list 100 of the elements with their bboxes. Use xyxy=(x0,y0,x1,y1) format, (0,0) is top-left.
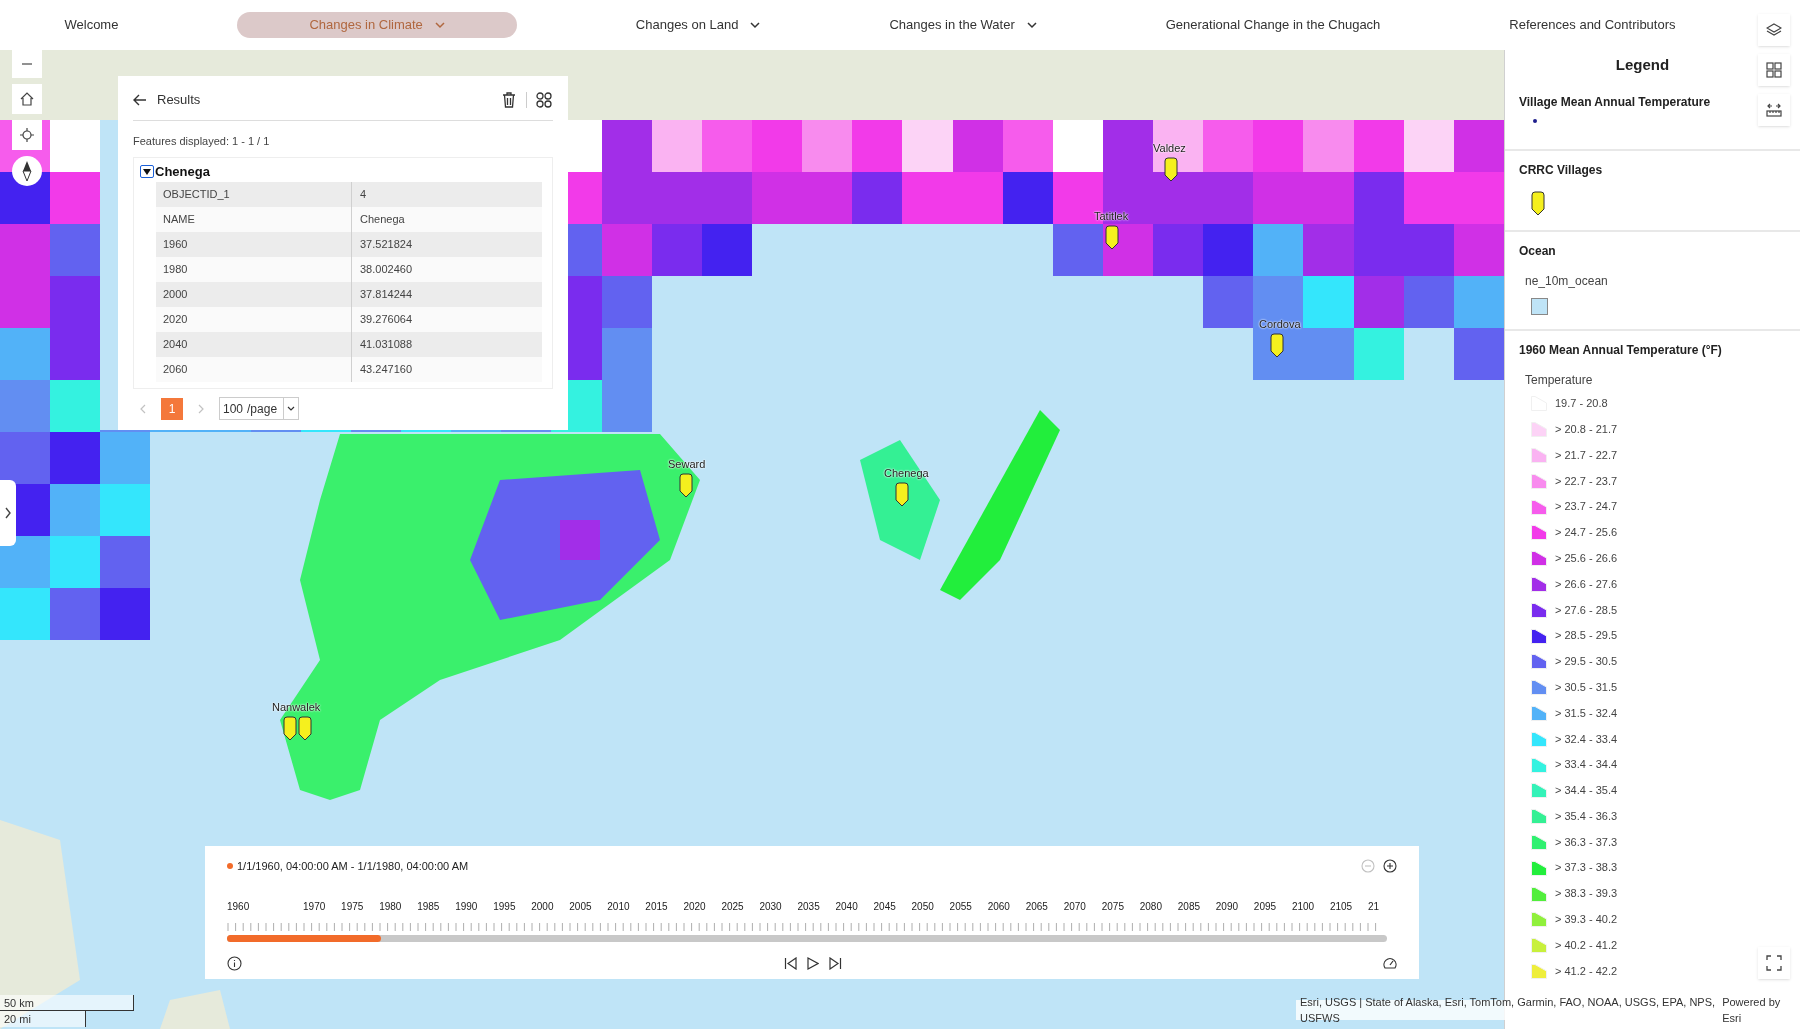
triangle-down-icon xyxy=(143,168,151,175)
gauge-icon xyxy=(1383,957,1397,969)
year-label: 1975 xyxy=(341,900,364,912)
fullscreen-icon xyxy=(1766,955,1782,971)
field-value-cell-text: 41.031088 xyxy=(359,336,412,352)
year-label: 2020 xyxy=(683,900,706,912)
year-label: 2030 xyxy=(759,900,782,912)
legend-item-label: > 27.6 - 28.5 xyxy=(1555,602,1618,618)
nav-tab[interactable]: References and Contributors xyxy=(1499,12,1686,38)
feature-title: Chenega xyxy=(155,163,210,181)
legend-item-label: > 35.4 - 36.3 xyxy=(1555,808,1618,824)
back-button[interactable]: Results xyxy=(133,90,201,110)
year-label: 1985 xyxy=(417,900,440,912)
legend-item-label: > 41.2 - 42.2 xyxy=(1555,963,1618,979)
legend-layer-title: Village Mean Annual Temperature xyxy=(1519,93,1711,111)
year-label: 2015 xyxy=(645,900,668,912)
field-value-cell-text: 37.521824 xyxy=(359,236,412,252)
nav-tab[interactable]: Changes in the Water xyxy=(879,12,1047,38)
year-label: 2010 xyxy=(607,900,630,912)
field-value-cell-text: 43.247160 xyxy=(359,361,412,377)
year-label: 2005 xyxy=(569,900,592,912)
legend-button[interactable] xyxy=(1758,54,1790,86)
legend-item-label: > 32.4 - 33.4 xyxy=(1555,731,1618,747)
legend-title: Legend xyxy=(1615,55,1670,75)
next-button[interactable] xyxy=(828,956,842,970)
plus-circle-icon xyxy=(1383,859,1397,874)
nav-tab[interactable]: Welcome xyxy=(54,12,129,38)
chevron-right-icon xyxy=(198,403,204,414)
year-label: 2000 xyxy=(531,900,554,912)
expand-panel-button[interactable] xyxy=(0,480,16,546)
field-name-cell: OBJECTID_1 xyxy=(156,181,352,207)
play-icon xyxy=(806,956,819,970)
legend-item-label: > 28.5 - 29.5 xyxy=(1555,628,1618,644)
layers-button[interactable] xyxy=(1758,14,1790,46)
speed-button[interactable] xyxy=(1383,957,1397,969)
year-label: 2045 xyxy=(873,900,896,912)
chevron-left-icon xyxy=(140,403,146,414)
fullscreen-button[interactable] xyxy=(1758,947,1790,979)
zoom-in-button[interactable] xyxy=(1383,859,1397,874)
map-pin-icon xyxy=(283,716,297,742)
legend-item-label: > 23.7 - 24.7 xyxy=(1555,499,1618,515)
info-button[interactable] xyxy=(227,955,242,971)
legend-item-label: 19.7 - 20.8 xyxy=(1555,396,1608,412)
legend-item-label: > 24.7 - 25.6 xyxy=(1555,525,1618,541)
legend-item-label: > 38.3 - 39.3 xyxy=(1555,886,1618,902)
year-label: 2075 xyxy=(1101,900,1124,912)
play-button[interactable] xyxy=(806,956,819,970)
legend-item-label: > 26.6 - 27.6 xyxy=(1555,576,1618,592)
expand-toggle[interactable] xyxy=(140,165,154,179)
layers-icon xyxy=(1766,22,1782,38)
crosshair-icon xyxy=(20,128,34,142)
year-label: 2080 xyxy=(1139,900,1162,912)
zoom-out-button[interactable] xyxy=(12,50,42,78)
previous-button[interactable] xyxy=(783,956,797,970)
legend-item-label: > 20.8 - 21.7 xyxy=(1555,421,1618,437)
nav-tab[interactable]: Changes on Land xyxy=(625,12,771,38)
field-name-cell: 1960 xyxy=(156,231,352,257)
locate-button[interactable] xyxy=(12,120,42,150)
delete-button[interactable] xyxy=(500,90,518,109)
year-label: 2050 xyxy=(911,900,934,912)
year-label: 1995 xyxy=(493,900,516,912)
field-value-cell-text: 4 xyxy=(359,186,367,202)
page-size-dropdown[interactable]: 100 /page xyxy=(219,397,300,420)
four-circles-icon xyxy=(536,91,552,108)
skip-back-icon xyxy=(783,956,797,970)
attribution-text: Esri, USGS | State of Alaska, Esri, TomTom, Garmin, FAO, NOAA, USGS, EPA, NPS, USFWS xyxy=(1300,994,1717,1026)
time-slider-track[interactable] xyxy=(227,934,1387,942)
legend-layer-title: Ocean xyxy=(1519,242,1556,260)
scale-bar-metric: 50 km xyxy=(0,995,134,1011)
dot-icon xyxy=(227,863,233,870)
year-label: 2065 xyxy=(1025,900,1048,912)
options-button[interactable] xyxy=(535,90,553,109)
legend-item-label: > 25.6 - 26.6 xyxy=(1555,550,1618,566)
field-value-cell-text: 37.814244 xyxy=(359,286,412,302)
legend-item-label: > 30.5 - 31.5 xyxy=(1555,679,1618,695)
year-label: 21 xyxy=(1367,900,1380,912)
home-icon xyxy=(20,92,34,106)
compass-icon xyxy=(22,161,32,181)
year-label: 2085 xyxy=(1177,900,1201,912)
legend-layer-title: CRRC Villages xyxy=(1519,161,1603,179)
skip-forward-icon xyxy=(828,956,842,970)
field-name-cell: 1980 xyxy=(156,256,352,282)
legend-field-label: Temperature xyxy=(1525,371,1594,389)
chevron-down-icon xyxy=(287,405,296,412)
trash-icon xyxy=(502,91,516,108)
legend-item-label: > 37.3 - 38.3 xyxy=(1555,860,1618,876)
legend-item-label: > 33.4 - 34.4 xyxy=(1555,757,1618,773)
field-name-cell: NAME xyxy=(156,206,352,232)
village-label: Tatitlek xyxy=(1094,211,1129,222)
year-label: 2070 xyxy=(1063,900,1086,912)
time-slider-fill[interactable] xyxy=(227,934,382,942)
year-label: 2040 xyxy=(835,900,858,912)
nav-tab[interactable]: Generational Change in the Chugach xyxy=(1155,12,1391,38)
year-label: 2025 xyxy=(721,900,744,912)
measure-button[interactable] xyxy=(1758,94,1790,126)
year-label: 1970 xyxy=(303,900,326,912)
home-button[interactable] xyxy=(12,84,42,114)
chevron-right-icon xyxy=(4,507,12,519)
powered-by-text: Powered by Esri xyxy=(1722,994,1782,1026)
grid-icon xyxy=(1766,62,1782,78)
